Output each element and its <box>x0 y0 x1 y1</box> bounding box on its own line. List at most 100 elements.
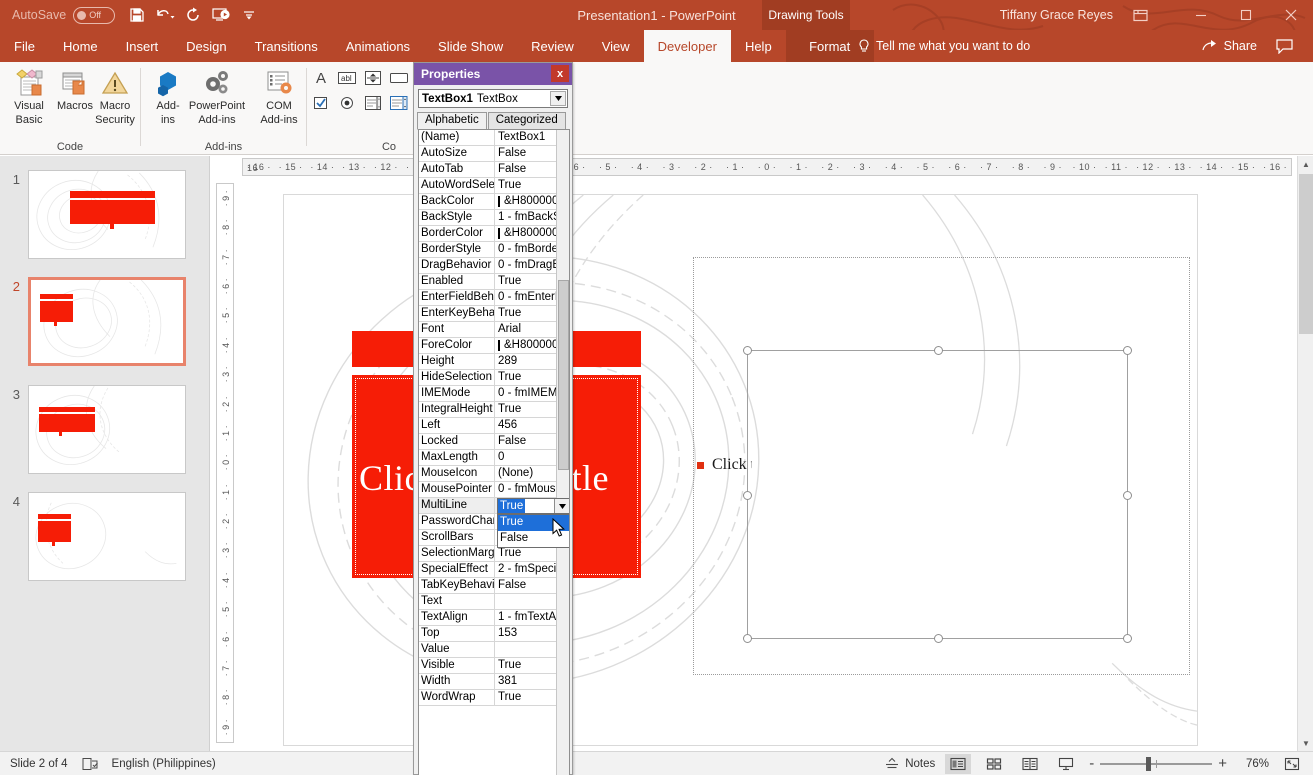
slide-thumbnail-2[interactable] <box>28 277 186 366</box>
property-row[interactable]: DragBehavior0 - fmDragBehaviorDisabled <box>419 258 569 274</box>
property-row[interactable]: WordWrapTrue <box>419 690 569 706</box>
redo-icon[interactable] <box>179 2 207 28</box>
property-row[interactable]: TabKeyBehaviorFalse <box>419 578 569 594</box>
spinbutton-control-icon[interactable] <box>363 68 383 88</box>
properties-object-selector[interactable]: TextBox1 TextBox <box>418 89 568 108</box>
ribbon-display-options-icon[interactable] <box>1119 0 1161 30</box>
tab-view[interactable]: View <box>588 30 644 62</box>
resize-handle-middle-right[interactable] <box>1123 491 1132 500</box>
optionbutton-control-icon[interactable] <box>337 93 357 113</box>
selected-textbox-frame[interactable] <box>747 350 1128 639</box>
property-row[interactable]: SpecialEffect2 - fmSpecialEffectSunken <box>419 562 569 578</box>
property-row[interactable]: BackColor&H80000005& <box>419 194 569 210</box>
scrollbar-thumb[interactable] <box>1299 174 1313 334</box>
scroll-down-arrow-icon[interactable]: ▼ <box>1298 735 1313 751</box>
close-button[interactable] <box>1268 0 1313 30</box>
checkbox-control-icon[interactable] <box>311 93 331 113</box>
slide-thumbnail-panel[interactable]: 1 2 <box>0 156 210 751</box>
tab-alphabetic[interactable]: Alphabetic <box>417 112 487 130</box>
listbox-control-icon[interactable] <box>363 93 383 113</box>
commandbutton-control-icon[interactable] <box>389 68 409 88</box>
restore-button[interactable] <box>1223 0 1268 30</box>
language-indicator[interactable]: English (Philippines) <box>112 758 216 770</box>
slide-sorter-view-button[interactable] <box>981 754 1007 774</box>
property-row[interactable]: EnabledTrue <box>419 274 569 290</box>
dropdown-option-false[interactable]: False <box>498 531 569 547</box>
zoom-slider[interactable]: - + <box>1089 755 1227 772</box>
property-row[interactable]: MaxLength0 <box>419 450 569 466</box>
slide-thumbnail-3[interactable] <box>28 385 186 474</box>
property-row[interactable]: ForeColor&H80000008& <box>419 338 569 354</box>
tab-categorized[interactable]: Categorized <box>488 112 566 130</box>
property-row[interactable]: BackStyle1 - fmBackStyleOpaque <box>419 210 569 226</box>
properties-window[interactable]: Properties x TextBox1 TextBox Alphabetic… <box>413 62 573 775</box>
zoom-level-label[interactable]: 76% <box>1237 758 1269 770</box>
resize-handle-top-center[interactable] <box>934 346 943 355</box>
vertical-ruler[interactable]: · 9 ·· 8 ·· 7 ·· 6 ·· 5 ·· 4 ·· 3 ·· 2 ·… <box>216 183 234 743</box>
slide-thumbnail-4[interactable] <box>28 492 186 581</box>
multiline-value-editor[interactable]: True <box>497 498 570 514</box>
undo-icon[interactable] <box>151 2 179 28</box>
property-row[interactable]: MouseIcon(None) <box>419 466 569 482</box>
property-row[interactable]: HideSelectionTrue <box>419 370 569 386</box>
property-row[interactable]: AutoWordSelectTrue <box>419 178 569 194</box>
resize-handle-bottom-right[interactable] <box>1123 634 1132 643</box>
tab-home[interactable]: Home <box>49 30 112 62</box>
tab-help[interactable]: Help <box>731 30 786 62</box>
property-row[interactable]: TextAlign1 - fmTextAlignLeft <box>419 610 569 626</box>
property-row[interactable]: LockedFalse <box>419 434 569 450</box>
accessibility-checker-icon[interactable] <box>82 757 98 771</box>
scroll-up-arrow-icon[interactable]: ▲ <box>1298 156 1313 172</box>
tab-developer[interactable]: Developer <box>644 30 731 62</box>
combobox-control-icon[interactable] <box>389 93 409 113</box>
property-row[interactable]: Top153 <box>419 626 569 642</box>
slide-show-button[interactable] <box>1053 754 1079 774</box>
property-row[interactable]: EnterKeyBehaviorTrue <box>419 306 569 322</box>
customize-quick-access-toolbar-icon[interactable] <box>235 2 263 28</box>
dropdown-option-true[interactable]: True <box>498 515 569 531</box>
tab-insert[interactable]: Insert <box>112 30 173 62</box>
normal-view-button[interactable] <box>945 754 971 774</box>
property-row[interactable]: SelectionMarginTrue <box>419 546 569 562</box>
property-row[interactable]: EnterFieldBehavior0 - fmEnterFieldBehavi… <box>419 290 569 306</box>
properties-close-button[interactable]: x <box>551 65 569 82</box>
share-button[interactable]: Share <box>1202 30 1257 62</box>
multiline-dropdown-chevron-down-icon[interactable] <box>554 499 569 513</box>
start-from-beginning-icon[interactable] <box>207 2 235 28</box>
resize-handle-top-right[interactable] <box>1123 346 1132 355</box>
property-row[interactable]: BorderColor&H80000006& <box>419 226 569 242</box>
resize-handle-middle-left[interactable] <box>743 491 752 500</box>
property-row[interactable]: (Name)TextBox1 <box>419 130 569 146</box>
powerpoint-add-ins-button[interactable]: PowerPoint Add-ins <box>183 66 251 134</box>
horizontal-ruler[interactable]: 16 · 16 ·· 15 ·· 14 ·· 13 ·· 12 ·· 11 ··… <box>242 158 1292 176</box>
reading-view-button[interactable] <box>1017 754 1043 774</box>
property-row[interactable]: VisibleTrue <box>419 658 569 674</box>
resize-handle-bottom-left[interactable] <box>743 634 752 643</box>
property-row[interactable]: IntegralHeightTrue <box>419 402 569 418</box>
slide-edit-area[interactable]: Click to add title Click to add text <box>211 156 1293 751</box>
slide-thumbnail-1[interactable] <box>28 170 186 259</box>
tab-transitions[interactable]: Transitions <box>241 30 332 62</box>
label-control-icon[interactable]: A <box>311 68 331 88</box>
property-row[interactable]: Height289 <box>419 354 569 370</box>
minimize-button[interactable] <box>1178 0 1223 30</box>
property-row[interactable]: MousePointer0 - fmMousePointerDefault <box>419 482 569 498</box>
slide-title-shape-right[interactable] <box>567 331 641 367</box>
autosave-toggle[interactable]: Off <box>73 7 115 24</box>
tab-design[interactable]: Design <box>172 30 240 62</box>
user-account-name[interactable]: Tiffany Grace Reyes <box>1000 0 1113 30</box>
tab-file[interactable]: File <box>0 30 49 62</box>
properties-scrollbar-thumb[interactable] <box>558 280 569 470</box>
zoom-slider-knob[interactable] <box>1146 757 1151 771</box>
property-row[interactable]: Width381 <box>419 674 569 690</box>
save-icon[interactable] <box>123 2 151 28</box>
resize-handle-bottom-center[interactable] <box>934 634 943 643</box>
zoom-slider-track[interactable] <box>1100 763 1212 765</box>
zoom-in-button[interactable]: + <box>1218 755 1227 772</box>
property-row[interactable]: Left456 <box>419 418 569 434</box>
main-vertical-scrollbar[interactable]: ▲ ▼ <box>1297 156 1313 751</box>
properties-grid-scrollbar[interactable] <box>556 130 569 775</box>
macro-security-button[interactable]: Macro Security <box>88 66 142 134</box>
property-row[interactable]: Value <box>419 642 569 658</box>
textbox-control-icon[interactable]: abl <box>337 68 357 88</box>
